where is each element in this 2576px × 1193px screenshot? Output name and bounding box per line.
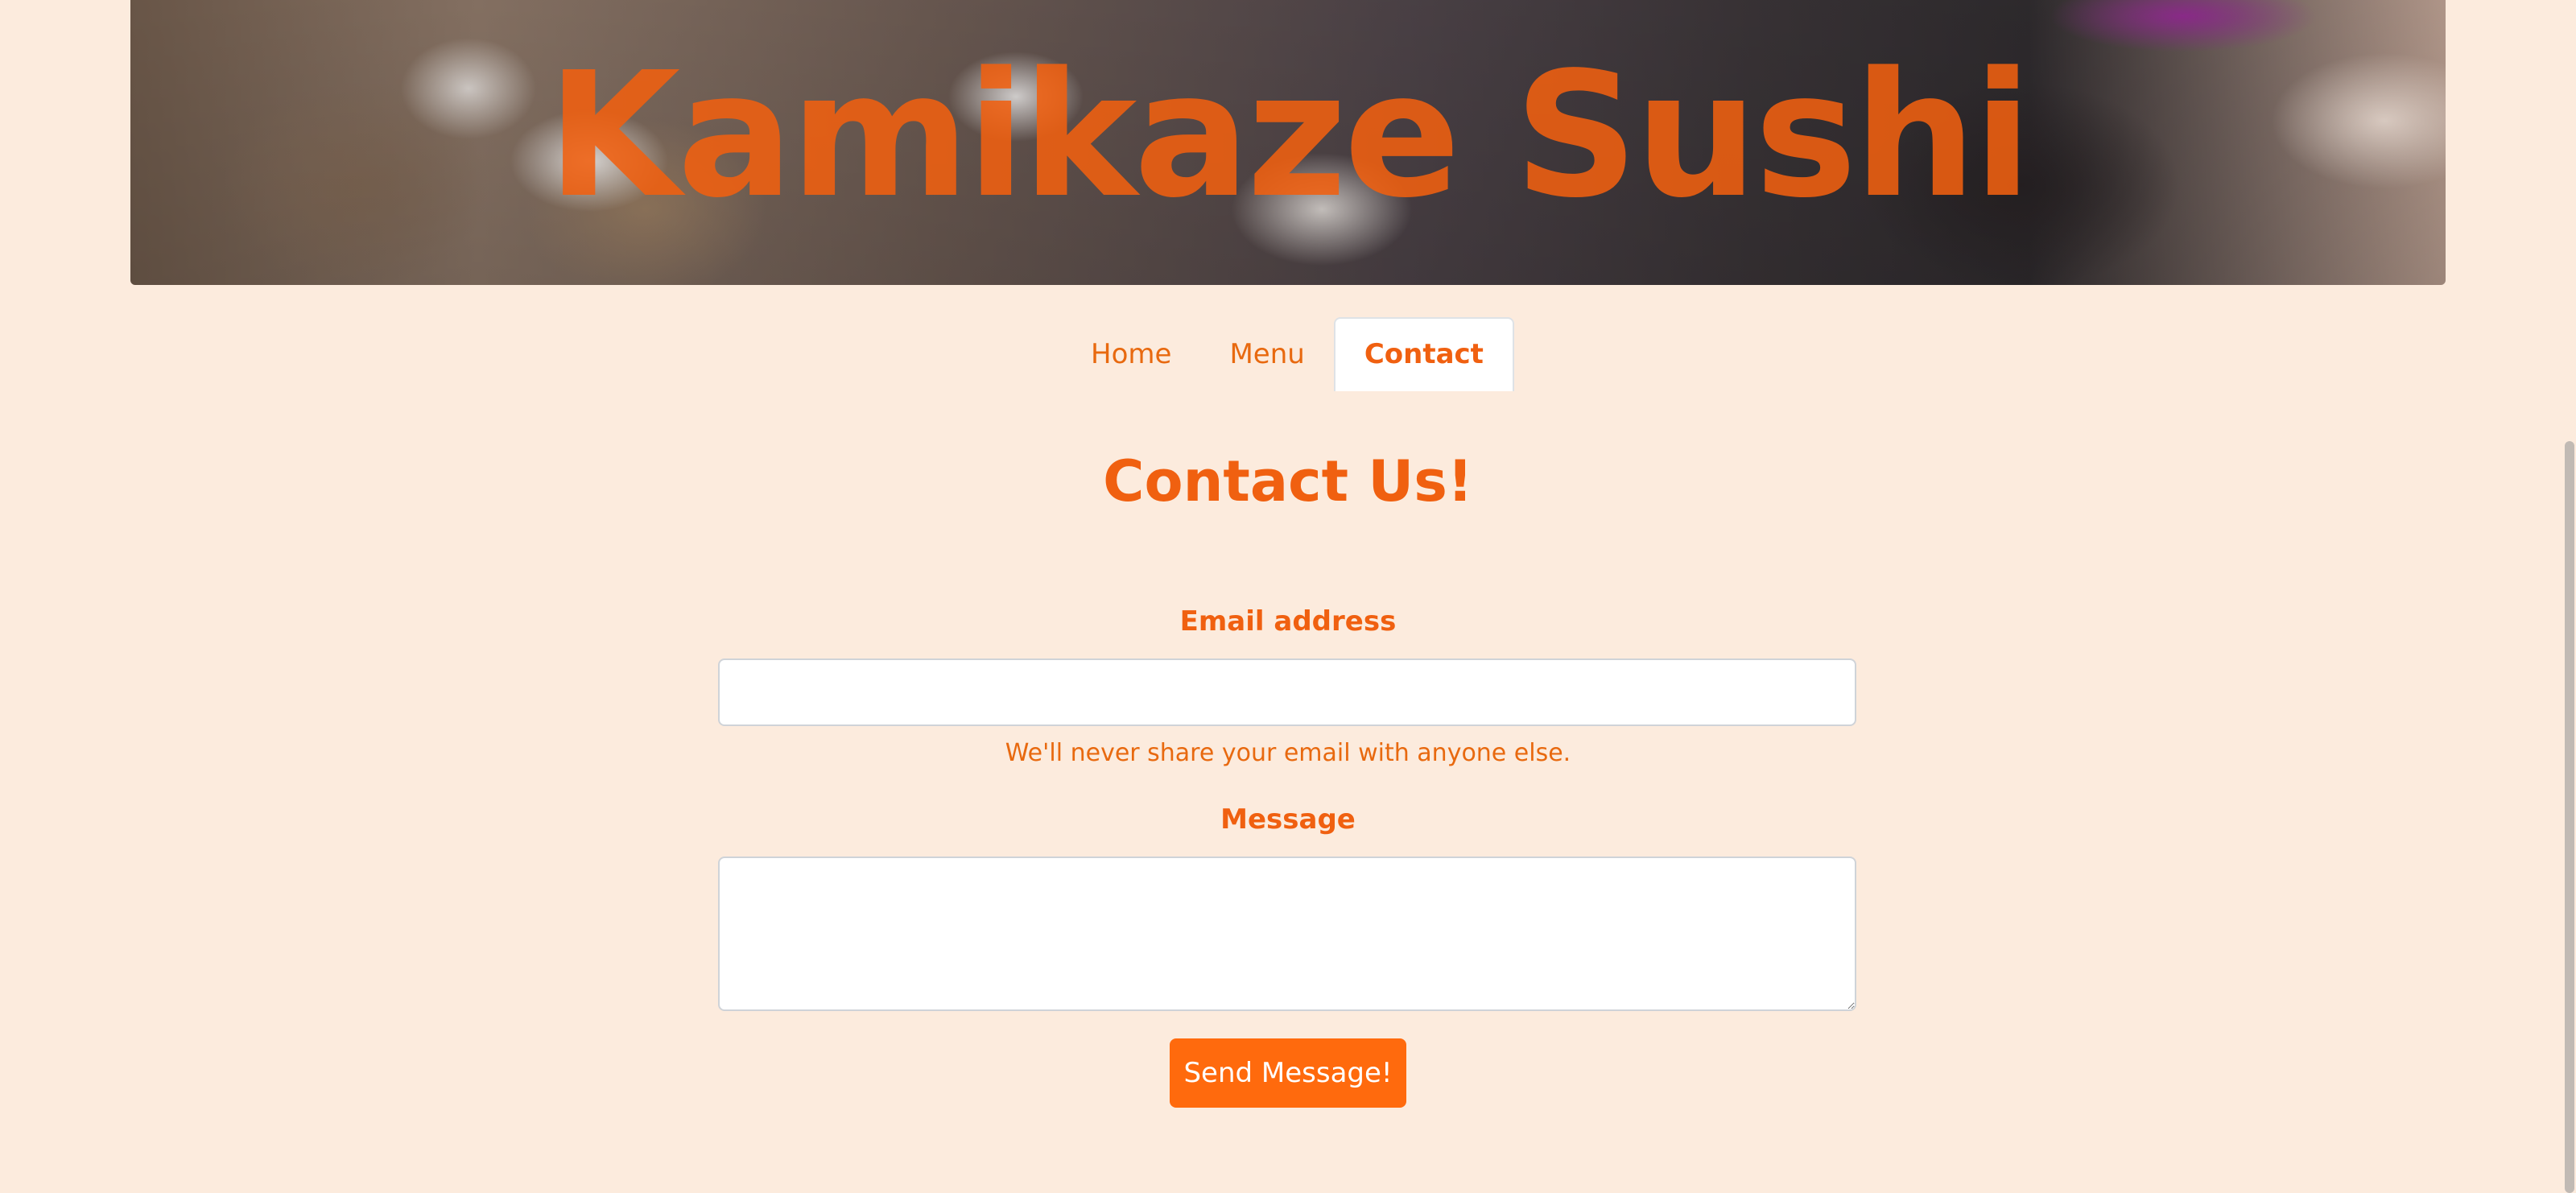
- send-message-button[interactable]: Send Message!: [1170, 1038, 1406, 1108]
- site-title: Kamikaze Sushi: [547, 35, 2032, 236]
- nav-tab-home[interactable]: Home: [1062, 317, 1200, 391]
- page: Kamikaze Sushi Home Menu Contact Contact…: [0, 0, 2576, 1193]
- nav-tab-contact[interactable]: Contact: [1333, 317, 1514, 391]
- email-help-text: We'll never share your email with anyone…: [1005, 739, 1571, 767]
- nav-tab-menu[interactable]: Menu: [1200, 317, 1333, 391]
- email-input[interactable]: [718, 658, 1856, 726]
- page-heading: Contact Us!: [1103, 448, 1473, 514]
- nav-tabs: Home Menu Contact: [0, 317, 2576, 391]
- page-scrollbar[interactable]: [2562, 0, 2576, 1193]
- message-textarea[interactable]: [718, 857, 1856, 1011]
- message-label: Message: [1220, 803, 1356, 836]
- hero-banner: Kamikaze Sushi: [130, 0, 2446, 285]
- scrollbar-thumb[interactable]: [2565, 441, 2574, 1193]
- email-label: Email address: [1179, 605, 1397, 638]
